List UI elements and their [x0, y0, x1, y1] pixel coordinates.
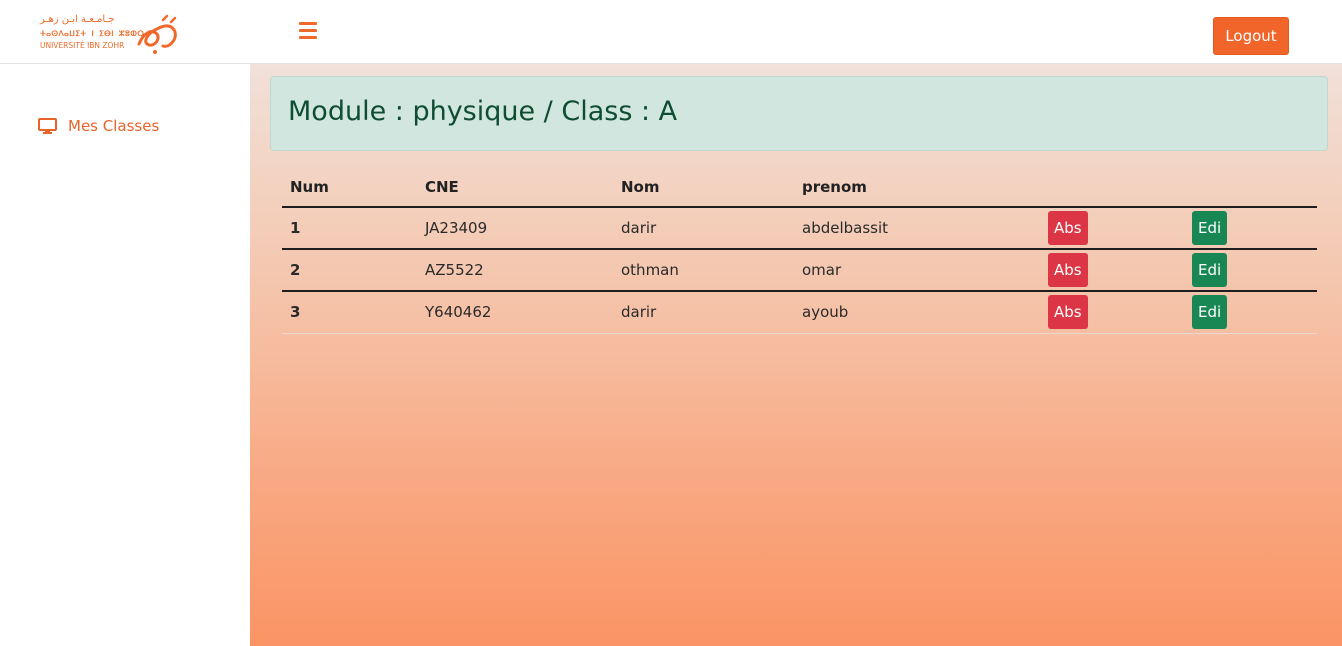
edit-button[interactable]: Edi: [1192, 295, 1228, 330]
cell-prenom: omar: [794, 249, 1040, 292]
cell-edit: Edi: [1184, 207, 1317, 250]
cell-nom: othman: [613, 249, 794, 292]
cell-prenom: ayoub: [794, 291, 1040, 334]
page-header-card: Module : physique / Class : A: [270, 76, 1328, 151]
sidebar-item-mes-classes[interactable]: Mes Classes: [38, 116, 159, 136]
table-row: 1 JA23409 darir abdelbassit Abs Edi: [282, 207, 1317, 250]
table-header-row: Num CNE Nom prenom: [282, 167, 1317, 208]
cell-edit: Edi: [1184, 249, 1317, 292]
university-logo[interactable]: جـامـعـة ابـن زهـر ⵜⴰⵙⴷⴰⵡⵉⵜ ⵏ ⵉⴱⵏ ⵣⵓⵀⵔ U…: [38, 14, 183, 56]
cell-nom: darir: [613, 207, 794, 250]
column-header-abs: [1040, 167, 1184, 208]
hamburger-icon[interactable]: [297, 22, 319, 42]
cell-nom: darir: [613, 291, 794, 334]
cell-cne: Y640462: [417, 291, 613, 334]
cell-cne: JA23409: [417, 207, 613, 250]
cell-abs: Abs: [1040, 291, 1184, 334]
logo-tifinagh-text: ⵜⴰⵙⴷⴰⵡⵉⵜ ⵏ ⵉⴱⵏ ⵣⵓⵀⵔ: [40, 29, 145, 38]
cell-cne: AZ5522: [417, 249, 613, 292]
abs-button[interactable]: Abs: [1048, 295, 1088, 330]
logo-mark-icon: [137, 14, 177, 54]
column-header-prenom: prenom: [794, 167, 1040, 208]
abs-button[interactable]: Abs: [1048, 211, 1088, 245]
cell-num: 3: [282, 291, 417, 334]
column-header-edit: [1184, 167, 1317, 208]
top-navbar: جـامـعـة ابـن زهـر ⵜⴰⵙⴷⴰⵡⵉⵜ ⵏ ⵉⴱⵏ ⵣⵓⵀⵔ U…: [0, 0, 1342, 64]
cell-edit: Edi: [1184, 291, 1317, 334]
cell-num: 1: [282, 207, 417, 250]
edit-button[interactable]: Edi: [1192, 211, 1228, 245]
column-header-num: Num: [282, 167, 417, 208]
cell-prenom: abdelbassit: [794, 207, 1040, 250]
column-header-nom: Nom: [613, 167, 794, 208]
sidebar: Mes Classes: [0, 64, 250, 646]
cell-abs: Abs: [1040, 249, 1184, 292]
edit-button[interactable]: Edi: [1192, 253, 1228, 287]
page-title: Module : physique / Class : A: [288, 96, 678, 127]
column-header-cne: CNE: [417, 167, 613, 208]
monitor-icon: [38, 118, 57, 134]
students-table: Num CNE Nom prenom 1 JA23409 darir abdel…: [282, 167, 1317, 334]
table-row: 3 Y640462 darir ayoub Abs Edi: [282, 291, 1317, 334]
cell-abs: Abs: [1040, 207, 1184, 250]
table-row: 2 AZ5522 othman omar Abs Edi: [282, 249, 1317, 292]
logo-latin-text: UNIVERSITÉ IBN ZOHR: [40, 41, 125, 50]
main-content: Module : physique / Class : A Num CNE No…: [250, 64, 1342, 646]
cell-num: 2: [282, 249, 417, 292]
sidebar-item-label: Mes Classes: [68, 117, 160, 135]
logout-button[interactable]: Logout: [1213, 17, 1289, 55]
logo-arabic-text: جـامـعـة ابـن زهـر: [40, 14, 115, 25]
abs-button[interactable]: Abs: [1048, 253, 1088, 287]
